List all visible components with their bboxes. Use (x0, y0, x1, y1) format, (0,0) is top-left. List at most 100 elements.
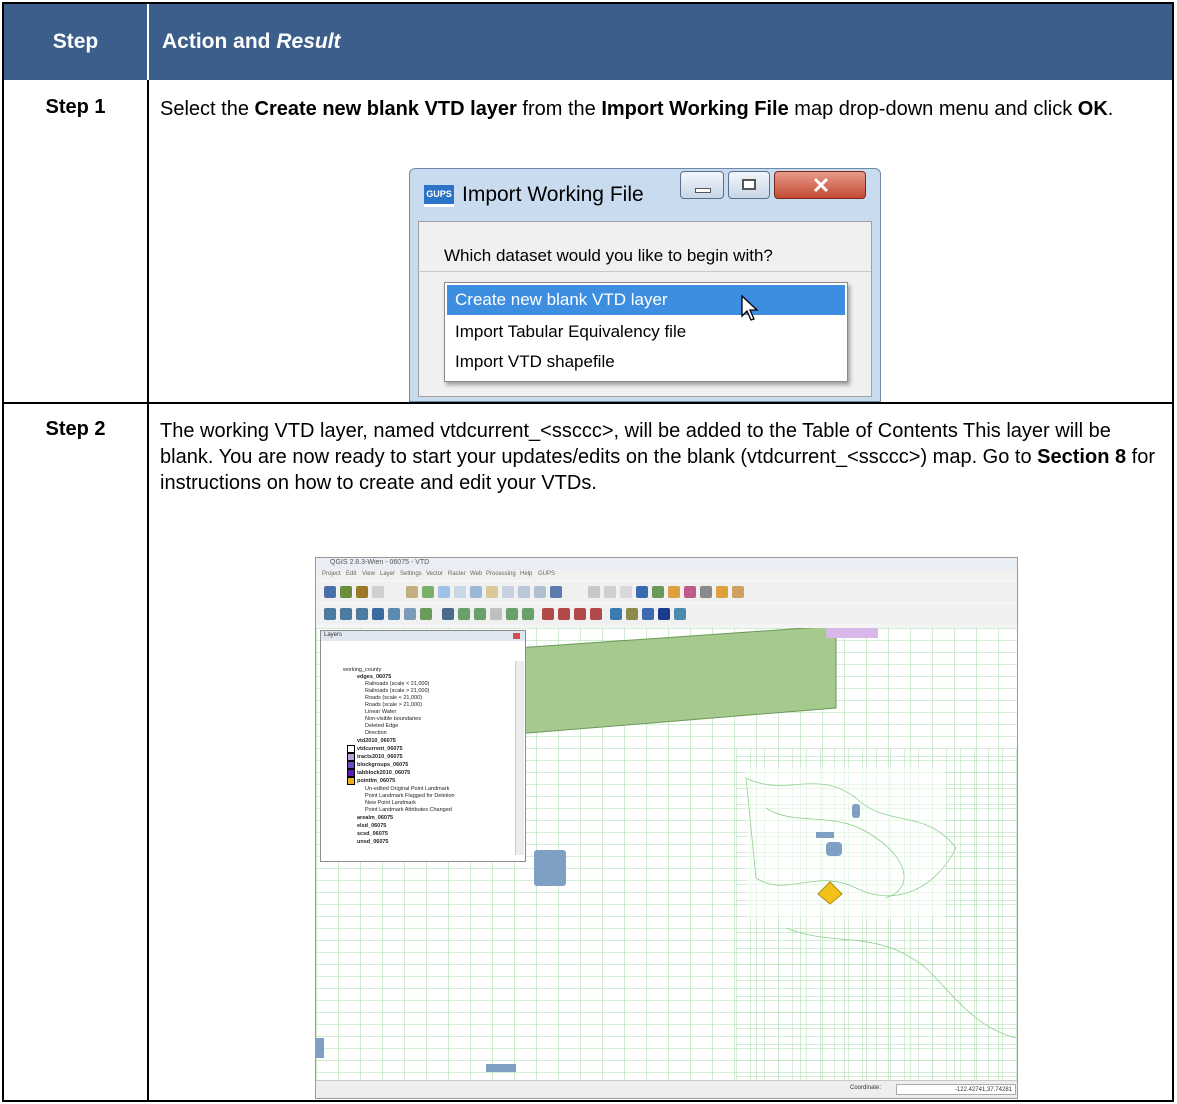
layer-item[interactable]: Linear Water (365, 709, 396, 715)
menu-view[interactable]: View (362, 571, 375, 577)
water-body (852, 804, 860, 818)
menu-processing[interactable]: Processing (486, 571, 516, 577)
layer-item[interactable]: working_county (343, 667, 381, 673)
refresh-icon[interactable] (550, 586, 562, 598)
add-table-icon[interactable] (388, 608, 400, 620)
layer-item[interactable]: tracts2010_06075 (357, 754, 403, 760)
digitize-icon[interactable] (458, 608, 470, 620)
zoom-next-icon[interactable] (534, 586, 546, 598)
gups-tool-icon[interactable] (626, 608, 638, 620)
layer-item[interactable]: Direction (365, 730, 387, 736)
layer-item[interactable]: blockgroups_06075 (357, 762, 408, 768)
edit-icon[interactable] (442, 608, 454, 620)
gups-tool-icon[interactable] (610, 608, 622, 620)
layer-item[interactable]: Point Landmark Attributes Changed (365, 807, 452, 813)
zoom-layer-icon[interactable] (486, 586, 498, 598)
bold-run: Create new blank VTD layer (254, 98, 517, 120)
save-icon[interactable] (324, 586, 336, 598)
search-icon[interactable] (372, 586, 384, 598)
layer-item[interactable]: scsd_06075 (357, 831, 388, 837)
flag-icon[interactable] (658, 608, 670, 620)
layer-item[interactable]: tabblock2010_06075 (357, 770, 410, 776)
water-body (486, 1064, 516, 1072)
add-spatialite-icon[interactable] (420, 608, 432, 620)
menu-gups[interactable]: GUPS (538, 571, 555, 577)
option-create-blank-vtd[interactable]: Create new blank VTD layer (447, 285, 845, 315)
coordinate-field[interactable]: -122.42741,37.74281 (896, 1084, 1016, 1095)
maximize-icon (742, 179, 756, 190)
qgis-title: QGIS 2.8.3-Wien - 06075 - VTD (330, 559, 430, 566)
layer-item[interactable]: Roads (scale > 21,000) (365, 702, 422, 708)
close-icon[interactable] (513, 633, 520, 639)
add-wms-icon[interactable] (372, 608, 384, 620)
menu-edit[interactable]: Edit (346, 571, 356, 577)
deselect-icon[interactable] (668, 586, 680, 598)
open-icon[interactable] (340, 586, 352, 598)
add-raster-icon[interactable] (340, 608, 352, 620)
layers-scrollbar[interactable] (515, 661, 524, 855)
hills-area (746, 768, 946, 918)
gups-tool-icon[interactable] (542, 608, 554, 620)
gups-tool-icon[interactable] (642, 608, 654, 620)
gups-tool-icon[interactable] (674, 608, 686, 620)
layer-item[interactable]: Point Landmark Flagged for Deletion (365, 793, 455, 799)
annotation-icon[interactable] (700, 586, 712, 598)
identify-icon[interactable] (636, 586, 648, 598)
zoom-out-icon[interactable] (454, 586, 466, 598)
maximize-button[interactable] (728, 171, 770, 199)
pan-to-selection-icon[interactable] (422, 586, 434, 598)
tips-icon[interactable] (716, 586, 728, 598)
layer-item[interactable]: vtdcurrent_06075 (357, 746, 403, 752)
dialog-divider (417, 271, 871, 272)
menu-settings[interactable]: Settings (400, 571, 422, 577)
add-db-icon[interactable] (404, 608, 416, 620)
digitize-icon[interactable] (490, 608, 502, 620)
layer-item[interactable]: Roads (scale < 21,000) (365, 695, 422, 701)
layer-symbol (347, 753, 355, 761)
zoom-selection-icon[interactable] (502, 586, 514, 598)
add-vector-icon[interactable] (324, 608, 336, 620)
layer-item[interactable]: pointlm_06075 (357, 778, 395, 784)
layer-icon[interactable] (356, 586, 368, 598)
menu-raster[interactable]: Raster (448, 571, 466, 577)
tool-icon[interactable] (604, 586, 616, 598)
add-layer-icon[interactable] (356, 608, 368, 620)
digitize-icon[interactable] (522, 608, 534, 620)
zoom-full-icon[interactable] (470, 586, 482, 598)
zoom-in-icon[interactable] (438, 586, 450, 598)
zoom-last-icon[interactable] (518, 586, 530, 598)
pan-icon[interactable] (406, 586, 418, 598)
layer-item[interactable]: vtd2010_06075 (357, 738, 396, 744)
menu-project[interactable]: Project (322, 571, 341, 577)
layer-item[interactable]: Railroads (scale < 21,000) (365, 681, 429, 687)
gups-tool-icon[interactable] (558, 608, 570, 620)
layer-item[interactable]: New Point Landmark (365, 800, 416, 806)
dataset-option-list[interactable]: Create new blank VTD layer Import Tabula… (444, 282, 848, 382)
menu-vector[interactable]: Vector (426, 571, 443, 577)
select-icon[interactable] (652, 586, 664, 598)
layer-item[interactable]: edges_06075 (357, 674, 391, 680)
menu-help[interactable]: Help (520, 571, 532, 577)
tool-icon[interactable] (620, 586, 632, 598)
measure-icon[interactable] (684, 586, 696, 598)
tool-icon[interactable] (588, 586, 600, 598)
digitize-icon[interactable] (506, 608, 518, 620)
gups-tool-icon[interactable] (574, 608, 586, 620)
layer-item[interactable]: unsd_06075 (357, 839, 389, 845)
option-import-vtd-shapefile[interactable]: Import VTD shapefile (447, 347, 845, 377)
layer-item[interactable]: Non-visible boundaries (365, 716, 421, 722)
gups-tool-icon[interactable] (590, 608, 602, 620)
close-button[interactable] (774, 171, 866, 199)
layer-item[interactable]: Railroads (scale > 21,000) (365, 688, 429, 694)
layer-item[interactable]: elsd_06075 (357, 823, 386, 829)
layer-item[interactable]: arealm_06075 (357, 815, 393, 821)
layer-item[interactable]: Deleted Edge (365, 723, 398, 729)
menu-layer[interactable]: Layer (380, 571, 395, 577)
option-import-tabular[interactable]: Import Tabular Equivalency file (447, 317, 845, 347)
layer-item[interactable]: Un-edited Original Point Landmark (365, 786, 449, 792)
digitize-icon[interactable] (474, 608, 486, 620)
bold-run: OK (1077, 98, 1108, 120)
menu-web[interactable]: Web (470, 571, 482, 577)
minimize-button[interactable] (680, 171, 724, 199)
label-icon[interactable] (732, 586, 744, 598)
